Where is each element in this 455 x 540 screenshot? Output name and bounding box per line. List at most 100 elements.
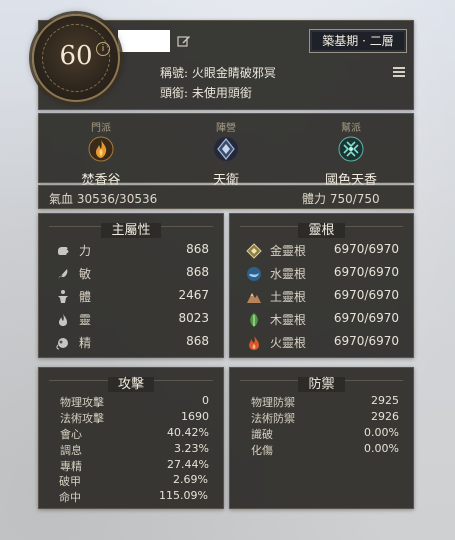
edit-icon[interactable]	[177, 34, 191, 48]
attribute-row-constitution: 體 2467	[39, 287, 223, 307]
flame-emblem-icon	[88, 136, 114, 162]
attribute-row-spirit: 靈 8023	[39, 310, 223, 330]
guild-item[interactable]: 幫派 國色天香	[291, 114, 411, 188]
stat-value: 1690	[181, 410, 209, 423]
headgear-label: 頭銜:	[160, 86, 189, 100]
attribute-label: 精	[79, 336, 92, 350]
stat-label: 物理防禦	[251, 396, 295, 409]
sect-item[interactable]: 門派 焚香谷	[41, 114, 161, 188]
main-attributes-title: 主屬性	[39, 219, 223, 238]
attribute-value: 868	[186, 242, 209, 256]
physique-stat: 體力 750/750	[302, 190, 380, 207]
headgear-value: 未使用頭銜	[191, 86, 252, 100]
earth-root-icon	[247, 293, 261, 303]
sect-caption: 門派	[91, 123, 111, 134]
menu-icon[interactable]	[393, 67, 405, 77]
attack-title: 攻擊	[39, 373, 223, 392]
headgear-line: 頭銜: 未使用頭銜	[160, 84, 252, 101]
root-label: 水靈根	[270, 267, 307, 281]
stat-value: 115.09%	[159, 489, 208, 502]
stat-label: 法術防禦	[251, 412, 295, 425]
title-label: 稱號:	[160, 66, 189, 80]
feather-icon	[58, 269, 68, 279]
stat-value: 0.00%	[364, 442, 399, 455]
root-row-wood: 木靈根 6970/6970	[230, 310, 413, 330]
attribute-label: 敏	[79, 267, 92, 281]
camp-caption: 陣營	[216, 123, 236, 134]
physique-value: 750/750	[329, 192, 380, 206]
root-label: 土靈根	[270, 290, 307, 304]
spirit-icon	[56, 338, 68, 350]
attribute-row-strength: 力 868	[39, 241, 223, 261]
stat-value: 3.23%	[174, 442, 209, 455]
stat-label: 命中	[59, 491, 81, 504]
attack-row: 破甲 2.69%	[38, 473, 222, 489]
hp-label: 氣血	[49, 192, 74, 206]
hp-stat: 氣血 30536/30536	[49, 190, 157, 207]
root-label: 火靈根	[270, 336, 307, 350]
level-badge: 60 i	[32, 14, 120, 102]
spirit-roots-title: 靈根	[230, 219, 413, 238]
attack-row: 物理攻擊 0	[39, 394, 223, 410]
root-row-earth: 土靈根 6970/6970	[230, 287, 413, 307]
stat-label: 調息	[60, 444, 82, 457]
stat-value: 2926	[371, 410, 399, 423]
title-value: 火眼金睛破邪冥	[191, 66, 276, 80]
character-name-field[interactable]	[118, 30, 170, 52]
wood-root-icon	[250, 313, 258, 327]
defense-row: 識破 0.00%	[230, 426, 413, 442]
metal-root-icon	[246, 243, 262, 259]
flame-icon	[59, 314, 67, 326]
stat-label: 法術攻擊	[60, 412, 104, 425]
hp-value: 30536/30536	[76, 192, 158, 206]
attribute-value: 8023	[178, 311, 209, 325]
fist-icon	[58, 247, 69, 255]
root-row-water: 水靈根 6970/6970	[230, 264, 413, 284]
attribute-label: 體	[79, 290, 92, 304]
affiliation-panel: 門派 焚香谷 陣營 天衛 幫派 國色天香	[38, 113, 414, 188]
camp-item[interactable]: 陣營 天衛	[166, 114, 286, 188]
stat-value: 0	[202, 394, 209, 407]
defense-row: 法術防禦 2926	[230, 410, 413, 426]
attribute-value: 2467	[178, 288, 209, 302]
attribute-row-agility: 敏 868	[39, 264, 223, 284]
defense-row: 化傷 0.00%	[230, 442, 413, 458]
realm-badge: 築基期 · 二層	[309, 29, 407, 53]
water-root-icon	[247, 267, 261, 281]
root-value: 6970/6970	[333, 334, 399, 348]
defense-panel: 防禦 物理防禦 2925 法術防禦 2926 識破 0.00% 化傷 0.00%	[229, 367, 414, 509]
root-value: 6970/6970	[333, 311, 399, 325]
stat-label: 物理攻擊	[60, 396, 104, 409]
stat-label: 識破	[251, 428, 273, 441]
defense-title: 防禦	[230, 373, 413, 392]
attribute-value: 868	[186, 265, 209, 279]
defense-row: 物理防禦 2925	[230, 394, 413, 410]
root-value: 6970/6970	[333, 242, 399, 256]
stat-label: 會心	[60, 428, 82, 441]
title-line: 稱號: 火眼金睛破邪冥	[160, 64, 276, 81]
attribute-label: 力	[79, 244, 92, 258]
body-icon	[58, 290, 68, 303]
stat-value: 2.69%	[173, 473, 208, 486]
root-row-fire: 火靈根 6970/6970	[230, 333, 413, 353]
guild-caption: 幫派	[341, 123, 361, 134]
root-value: 6970/6970	[333, 265, 399, 279]
diamond-emblem-icon	[214, 137, 238, 161]
stat-value: 40.42%	[167, 426, 209, 439]
info-icon[interactable]: i	[96, 42, 110, 56]
attack-row: 會心 40.42%	[39, 426, 223, 442]
attack-row: 命中 115.09%	[38, 489, 222, 505]
jade-emblem-icon	[338, 136, 364, 162]
stat-label: 專精	[60, 460, 82, 473]
attribute-row-essence: 精 868	[39, 333, 223, 353]
root-label: 金靈根	[270, 244, 307, 258]
stat-value: 2925	[371, 394, 399, 407]
stat-value: 27.44%	[167, 458, 209, 471]
stat-label: 破甲	[59, 475, 81, 488]
fire-root-icon	[249, 336, 259, 350]
attack-row: 專精 27.44%	[39, 458, 223, 474]
vitals-bar: 氣血 30536/30536 體力 750/750	[38, 185, 414, 209]
attribute-value: 868	[186, 334, 209, 348]
attribute-label: 靈	[79, 313, 92, 327]
attack-row: 法術攻擊 1690	[39, 410, 223, 426]
